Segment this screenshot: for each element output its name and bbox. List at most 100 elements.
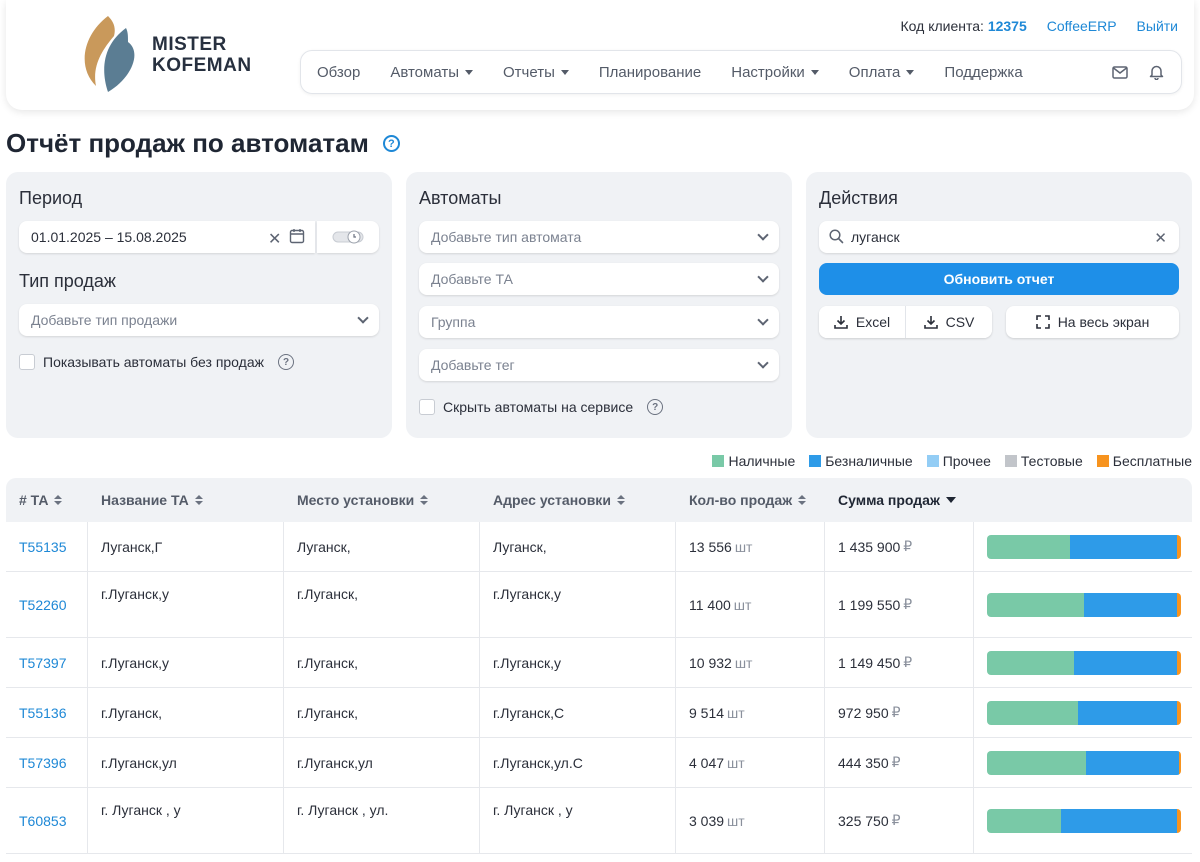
client-code-value: 12375 xyxy=(987,18,1027,34)
cash-segment xyxy=(987,650,1075,675)
table-row[interactable]: T55136 г.Луганск, г.Луганск, г.Луганск,С 9 5… xyxy=(6,688,1192,738)
table-row[interactable]: T60853 г. Луганск , у г. Луганск , ул. г. Л… xyxy=(6,788,1192,854)
sales-sum-cell: 325 750 ₽ xyxy=(825,788,974,853)
sales-sum-cell: 444 350 ₽ xyxy=(825,738,974,787)
ta-id-link[interactable]: T60853 xyxy=(6,788,88,853)
unit-label: шт xyxy=(734,538,753,555)
sales-sum-value: 1 435 900 xyxy=(838,538,901,555)
help-icon[interactable]: ? xyxy=(278,354,294,370)
excel-label: Excel xyxy=(855,314,891,330)
legend-label: Наличные xyxy=(728,453,796,469)
nav-machines[interactable]: Автоматы xyxy=(390,64,473,81)
clear-search-icon[interactable]: ✕ xyxy=(1154,229,1167,247)
chevron-down-icon xyxy=(757,357,769,369)
nav-reports[interactable]: Отчеты xyxy=(503,64,569,81)
show-no-sales-checkbox[interactable] xyxy=(19,354,35,370)
excel-button[interactable]: Excel xyxy=(819,306,906,338)
sales-bar-cell xyxy=(974,688,1192,737)
date-range-row: 01.01.2025 – 15.08.2025 ✕ xyxy=(19,221,379,253)
page-title: Отчёт продаж по автоматам ? xyxy=(6,128,400,159)
sales-table: # ТА Название ТА Место установки Адрес у… xyxy=(6,478,1192,862)
ta-placeholder: Добавьте ТА xyxy=(431,271,513,287)
cash-segment xyxy=(987,808,1061,833)
legend-item-free: Бесплатные xyxy=(1096,453,1192,469)
unit-label: шт xyxy=(733,596,752,613)
help-icon[interactable]: ? xyxy=(647,399,664,415)
clear-icon[interactable]: ✕ xyxy=(268,229,281,249)
nav-settings[interactable]: Настройки xyxy=(731,64,819,81)
coffee-erp-link[interactable]: CoffeeERP xyxy=(1047,18,1117,34)
table-row[interactable]: T57397 г.Луганск,у г.Луганск, г.Луганск,у 10… xyxy=(6,638,1192,688)
ta-select[interactable]: Добавьте ТА xyxy=(419,263,779,295)
sales-bar-cell xyxy=(974,788,1192,853)
cashless-segment xyxy=(1084,592,1178,617)
sales-sum-value: 325 750 xyxy=(838,812,889,829)
col-label: Адрес установки xyxy=(493,492,611,508)
col-sum[interactable]: Сумма продаж xyxy=(825,478,974,522)
ta-id-link[interactable]: T55135 xyxy=(6,522,88,571)
machine-type-select[interactable]: Добавьте тип автомата xyxy=(419,221,779,253)
ta-id-link[interactable]: T52260 xyxy=(6,572,88,637)
date-range-input[interactable]: 01.01.2025 – 15.08.2025 ✕ xyxy=(19,221,316,253)
search-input[interactable]: луганск ✕ xyxy=(819,221,1179,253)
refresh-report-button[interactable]: Обновить отчет xyxy=(819,263,1179,295)
logout-link[interactable]: Выйти xyxy=(1137,18,1178,34)
sales-breakdown-bar xyxy=(987,650,1181,675)
col-ta-name[interactable]: Название ТА xyxy=(88,478,284,522)
ta-id-link[interactable]: T57396 xyxy=(6,738,88,787)
date-range-value: 01.01.2025 – 15.08.2025 xyxy=(31,229,187,245)
export-group: Excel CSV xyxy=(819,306,992,338)
machines-panel: Автоматы Добавьте тип автомата Добавьте … xyxy=(406,172,792,438)
bell-icon[interactable] xyxy=(1147,63,1165,81)
nav-support[interactable]: Поддержка xyxy=(944,64,1022,81)
table-row[interactable]: T55135 Луганск,Г Луганск, Луганск, 13 556 шт 1… xyxy=(6,522,1192,572)
col-ta-id[interactable]: # ТА xyxy=(6,478,88,522)
sales-sum-value: 972 950 xyxy=(838,704,889,721)
sales-count-value: 13 556 xyxy=(689,538,732,555)
nav-payment[interactable]: Оплата xyxy=(849,64,915,81)
fullscreen-button[interactable]: На весь экран xyxy=(1006,306,1179,338)
tag-select[interactable]: Добавьте тег xyxy=(419,349,779,381)
logo-mark-icon xyxy=(84,16,135,92)
currency-label: ₽ xyxy=(903,654,913,670)
client-code: Код клиента: 12375 xyxy=(901,18,1027,34)
help-icon[interactable]: ? xyxy=(382,135,400,152)
col-address[interactable]: Адрес установки xyxy=(480,478,676,522)
hide-service-label: Скрыть автоматы на сервисе xyxy=(443,399,634,415)
table-row[interactable]: T52260 г.Луганск,у г.Луганск, г.Луганск,у 11… xyxy=(6,572,1192,638)
col-count[interactable]: Кол-во продаж xyxy=(676,478,825,522)
search-value: луганск xyxy=(851,229,900,245)
top-header: MISTER KOFEMAN Код клиента: 12375 Coffee… xyxy=(6,0,1194,110)
hide-service-checkbox[interactable] xyxy=(419,399,435,415)
nav-planning[interactable]: Планирование xyxy=(599,64,701,81)
sales-bar-cell xyxy=(974,572,1192,637)
sales-breakdown-bar xyxy=(987,808,1181,833)
nav-overview[interactable]: Обзор xyxy=(317,64,360,81)
currency-label: ₽ xyxy=(891,754,901,770)
caret-down-icon xyxy=(560,69,569,75)
place-cell: г. Луганск , ул. xyxy=(284,788,480,853)
logo-line-2: KOFEMAN xyxy=(152,55,252,76)
free-segment xyxy=(1177,592,1181,617)
actions-panel: Действия луганск ✕ Обновить отчет Excel … xyxy=(806,172,1192,438)
sales-count-value: 9 514 xyxy=(689,704,725,721)
calendar-icon[interactable] xyxy=(289,228,305,247)
place-cell: г.Луганск, xyxy=(284,688,480,737)
period-title: Период xyxy=(19,188,83,208)
ta-id-link[interactable]: T55136 xyxy=(6,688,88,737)
sales-type-select[interactable]: Добавьте тип продажи xyxy=(19,304,379,336)
address-cell: г. Луганск , у xyxy=(480,788,676,853)
time-toggle[interactable] xyxy=(317,221,379,253)
cash-segment xyxy=(987,592,1084,617)
cashless-segment xyxy=(1074,650,1178,675)
csv-button[interactable]: CSV xyxy=(906,306,992,338)
col-place[interactable]: Место установки xyxy=(284,478,480,522)
sales-bar-cell xyxy=(974,522,1192,571)
ta-id-link[interactable]: T57397 xyxy=(6,638,88,687)
mail-icon[interactable] xyxy=(1111,63,1129,81)
table-row[interactable]: T57396 г.Луганск,ул г.Луганск,ул г.Луганск,… xyxy=(6,738,1192,788)
group-select[interactable]: Группа xyxy=(419,306,779,338)
sales-sum-cell: 972 950 ₽ xyxy=(825,688,974,737)
company-logo[interactable]: MISTER KOFEMAN xyxy=(78,14,258,94)
place-cell: г.Луганск, xyxy=(284,638,480,687)
